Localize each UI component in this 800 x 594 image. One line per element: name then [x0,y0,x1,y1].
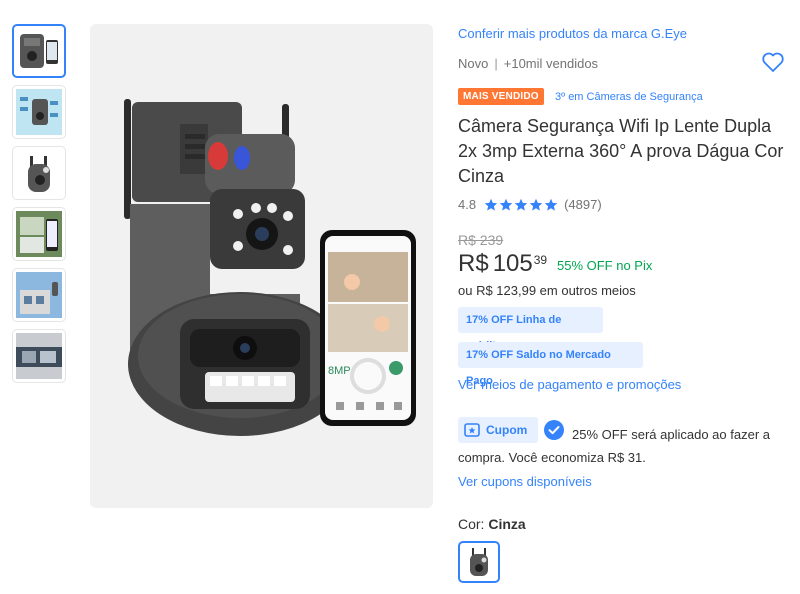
pix-discount: 55% OFF no Pix [557,258,653,273]
check-circle-icon [544,420,564,440]
thumbnail-list [12,24,66,390]
condition-state: Novo [458,56,489,71]
rating-row[interactable]: 4.8 (4897) [458,197,602,212]
star-icon [499,198,513,211]
main-product-image[interactable]: 8MP [90,24,433,508]
rating-score: 4.8 [458,197,477,212]
house-thumb-image [16,272,62,318]
old-price: R$ 239 [458,232,504,248]
thumbnail-1[interactable] [12,24,66,78]
features-thumb-image [16,89,62,135]
camera-side-thumb-image [28,156,50,192]
security-camera-illustration: 8MP [124,99,416,436]
heart-icon[interactable] [761,51,785,73]
review-count: (4897) [564,197,602,212]
coupon-label: Cupom [486,423,528,437]
brand-products-link[interactable]: Conferir mais produtos da marca G.Eye [458,26,687,41]
star-icon [514,198,528,211]
star-icon [544,198,558,211]
camera-thumb-image [20,34,58,68]
coupon-button[interactable]: Cupom [458,417,538,443]
night-thumb-image [16,333,62,379]
promo-mercado-pago: 17% OFF Saldo no Mercado Pago [458,342,643,387]
payment-methods-link[interactable]: Ver meios de pagamento e promoções [458,377,681,392]
color-swatch-cinza[interactable] [458,541,500,583]
sold-count: +10mil vendidos [503,56,599,71]
star-icon [529,198,543,211]
camera-swatch-image [470,548,488,576]
current-price: R$ 105 39 [458,250,547,278]
phone-resolution-label: 8MP [328,365,351,377]
thumbnail-5[interactable] [12,268,66,322]
coupon-icon [464,423,480,437]
other-payment-price: ou R$ 123,99 em outros meios [458,283,636,298]
condition-line: Novo | +10mil vendidos [458,56,599,71]
thumbnail-3[interactable] [12,146,66,200]
promo-credit-line: 17% OFF Linha de crédito [458,307,603,352]
star-icon [484,198,498,211]
price-integer: 105 [492,250,533,277]
color-label: Cor: Cinza [458,516,526,532]
price-currency: R$ [458,250,489,277]
price-cents: 39 [533,253,548,267]
app-thumb-image [16,211,62,257]
coupons-link[interactable]: Ver cupons disponíveis [458,474,592,489]
thumbnail-2[interactable] [12,85,66,139]
product-title: Câmera Segurança Wifi Ip Lente Dupla 2x … [458,116,784,186]
color-label-prefix: Cor: [458,516,485,532]
category-rank-link[interactable]: 3º em Câmeras de Segurança [555,91,703,103]
best-seller-badge: MAIS VENDIDO [458,88,544,105]
thumbnail-6[interactable] [12,329,66,383]
rating-stars [484,198,558,212]
thumbnail-4[interactable] [12,207,66,261]
color-value: Cinza [488,516,526,532]
